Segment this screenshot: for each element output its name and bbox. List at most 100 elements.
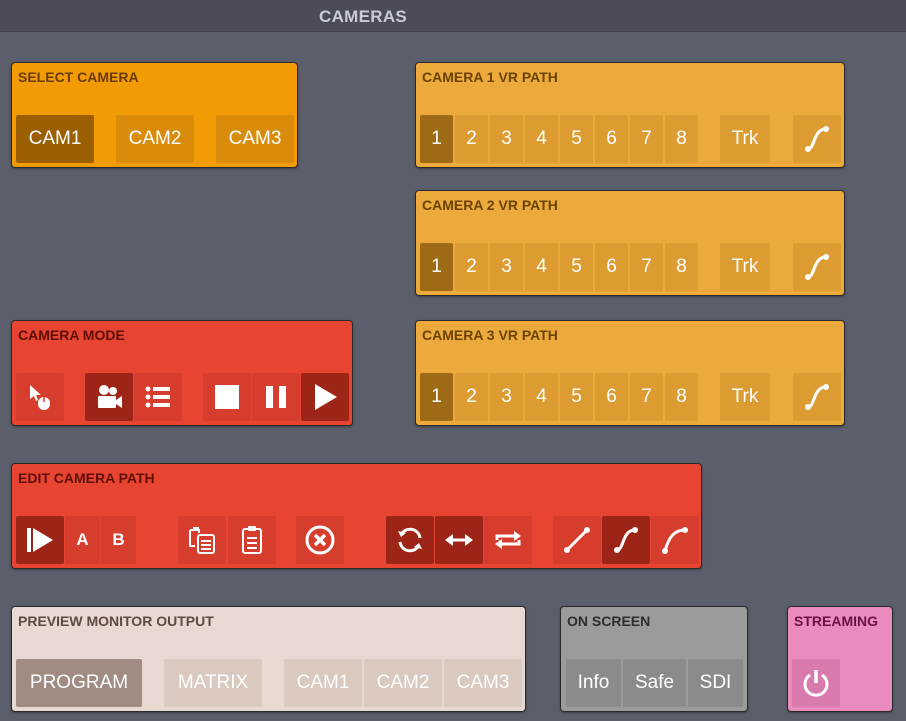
repeat-icon <box>492 524 524 556</box>
pause-icon <box>260 381 292 413</box>
cam3-path-8-button[interactable]: 8 <box>665 373 698 421</box>
camera1-vr-path-panel: CAMERA 1 VR PATH 1 2 3 4 5 6 7 8 Trk <box>415 62 845 168</box>
mouse-icon <box>24 381 56 413</box>
copy-button[interactable] <box>178 516 226 564</box>
camera2-vr-path-label: CAMERA 2 VR PATH <box>422 197 558 213</box>
cam2-path-4-button[interactable]: 4 <box>525 243 558 291</box>
paste-icon <box>236 524 268 556</box>
cam1-path-2-button[interactable]: 2 <box>455 115 488 163</box>
paste-button[interactable] <box>228 516 276 564</box>
cam1-path-8-button[interactable]: 8 <box>665 115 698 163</box>
bounce-icon <box>443 524 475 556</box>
cam2-path-8-button[interactable]: 8 <box>665 243 698 291</box>
edit-camera-path-label: EDIT CAMERA PATH <box>18 470 155 486</box>
cam3-curve-button[interactable] <box>793 373 841 421</box>
cam3-path-5-button[interactable]: 5 <box>560 373 593 421</box>
cam3-path-1-button[interactable]: 1 <box>420 373 453 421</box>
page-title: CAMERAS <box>319 7 408 26</box>
cam3-track-button[interactable]: Trk <box>720 373 770 421</box>
s-curve-icon <box>801 381 833 413</box>
cam1-path-3-button[interactable]: 3 <box>490 115 523 163</box>
preview-program-button[interactable]: PROGRAM <box>16 659 142 707</box>
preview-matrix-button[interactable]: MATRIX <box>164 659 262 707</box>
linear-curve-button[interactable] <box>553 516 601 564</box>
play-button[interactable] <box>301 373 349 421</box>
cam3-path-2-button[interactable]: 2 <box>455 373 488 421</box>
s-curve-icon <box>610 524 642 556</box>
play-to-end-button[interactable] <box>16 516 64 564</box>
preview-cam2-button[interactable]: CAM2 <box>364 659 442 707</box>
select-cam2-button[interactable]: CAM2 <box>116 115 194 163</box>
mouse-mode-button[interactable] <box>16 373 64 421</box>
cam2-path-5-button[interactable]: 5 <box>560 243 593 291</box>
preview-cam3-button[interactable]: CAM3 <box>444 659 522 707</box>
stop-icon <box>211 381 243 413</box>
preview-cam1-button[interactable]: CAM1 <box>284 659 362 707</box>
cam3-path-6-button[interactable]: 6 <box>595 373 628 421</box>
delete-icon <box>304 524 336 556</box>
video-camera-icon <box>93 381 125 413</box>
select-camera-panel: SELECT CAMERA CAM1 CAM2 CAM3 <box>11 62 298 168</box>
select-camera-label: SELECT CAMERA <box>18 69 139 85</box>
streaming-label: STREAMING <box>794 613 878 629</box>
camera1-vr-path-label: CAMERA 1 VR PATH <box>422 69 558 85</box>
cam2-path-1-button[interactable]: 1 <box>420 243 453 291</box>
copy-icon <box>186 524 218 556</box>
cam3-path-3-button[interactable]: 3 <box>490 373 523 421</box>
on-screen-safe-button[interactable]: Safe <box>623 659 686 707</box>
cam2-path-3-button[interactable]: 3 <box>490 243 523 291</box>
point-b-button[interactable]: B <box>101 516 136 564</box>
s-curve-icon <box>801 251 833 283</box>
on-screen-label: ON SCREEN <box>567 613 651 629</box>
stop-button[interactable] <box>203 373 251 421</box>
cam2-path-6-button[interactable]: 6 <box>595 243 628 291</box>
streaming-power-button[interactable] <box>792 659 840 707</box>
s-curve-button[interactable] <box>602 516 650 564</box>
cam1-curve-button[interactable] <box>793 115 841 163</box>
preview-monitor-output-panel: PREVIEW MONITOR OUTPUT PROGRAM MATRIX CA… <box>11 606 526 712</box>
play-to-end-icon <box>24 524 56 556</box>
loop-button[interactable] <box>386 516 434 564</box>
cam1-track-button[interactable]: Trk <box>720 115 770 163</box>
cam3-path-4-button[interactable]: 4 <box>525 373 558 421</box>
cam2-curve-button[interactable] <box>793 243 841 291</box>
linear-curve-icon <box>561 524 593 556</box>
point-a-button[interactable]: A <box>65 516 100 564</box>
cam2-path-7-button[interactable]: 7 <box>630 243 663 291</box>
camera3-vr-path-panel: CAMERA 3 VR PATH 1 2 3 4 5 6 7 8 Trk <box>415 320 845 426</box>
edit-camera-path-panel: EDIT CAMERA PATH A B <box>11 463 702 569</box>
delete-button[interactable] <box>296 516 344 564</box>
s-curve-icon <box>801 123 833 155</box>
cam1-path-7-button[interactable]: 7 <box>630 115 663 163</box>
select-cam1-button[interactable]: CAM1 <box>16 115 94 163</box>
select-cam3-button[interactable]: CAM3 <box>216 115 294 163</box>
cam2-path-2-button[interactable]: 2 <box>455 243 488 291</box>
cam3-path-7-button[interactable]: 7 <box>630 373 663 421</box>
cam1-path-1-button[interactable]: 1 <box>420 115 453 163</box>
camera3-vr-path-label: CAMERA 3 VR PATH <box>422 327 558 343</box>
on-screen-info-button[interactable]: Info <box>566 659 621 707</box>
cam1-path-5-button[interactable]: 5 <box>560 115 593 163</box>
camera2-vr-path-panel: CAMERA 2 VR PATH 1 2 3 4 5 6 7 8 Trk <box>415 190 845 296</box>
power-icon <box>800 667 832 699</box>
camera-mode-panel: CAMERA MODE <box>11 320 353 426</box>
cam1-path-6-button[interactable]: 6 <box>595 115 628 163</box>
streaming-panel: STREAMING <box>787 606 893 712</box>
cam1-path-4-button[interactable]: 4 <box>525 115 558 163</box>
on-screen-sdi-button[interactable]: SDI <box>688 659 743 707</box>
cam2-track-button[interactable]: Trk <box>720 243 770 291</box>
play-icon <box>309 381 341 413</box>
on-screen-panel: ON SCREEN Info Safe SDI <box>560 606 748 712</box>
repeat-button[interactable] <box>484 516 532 564</box>
list-button[interactable] <box>134 373 182 421</box>
ease-curve-icon <box>659 524 691 556</box>
preview-monitor-output-label: PREVIEW MONITOR OUTPUT <box>18 613 214 629</box>
loop-icon <box>394 524 426 556</box>
title-bar: CAMERAS <box>0 0 906 32</box>
bounce-button[interactable] <box>435 516 483 564</box>
ease-curve-button[interactable] <box>651 516 699 564</box>
camera-mode-label: CAMERA MODE <box>18 327 125 343</box>
video-camera-button[interactable] <box>85 373 133 421</box>
list-icon <box>142 381 174 413</box>
pause-button[interactable] <box>252 373 300 421</box>
